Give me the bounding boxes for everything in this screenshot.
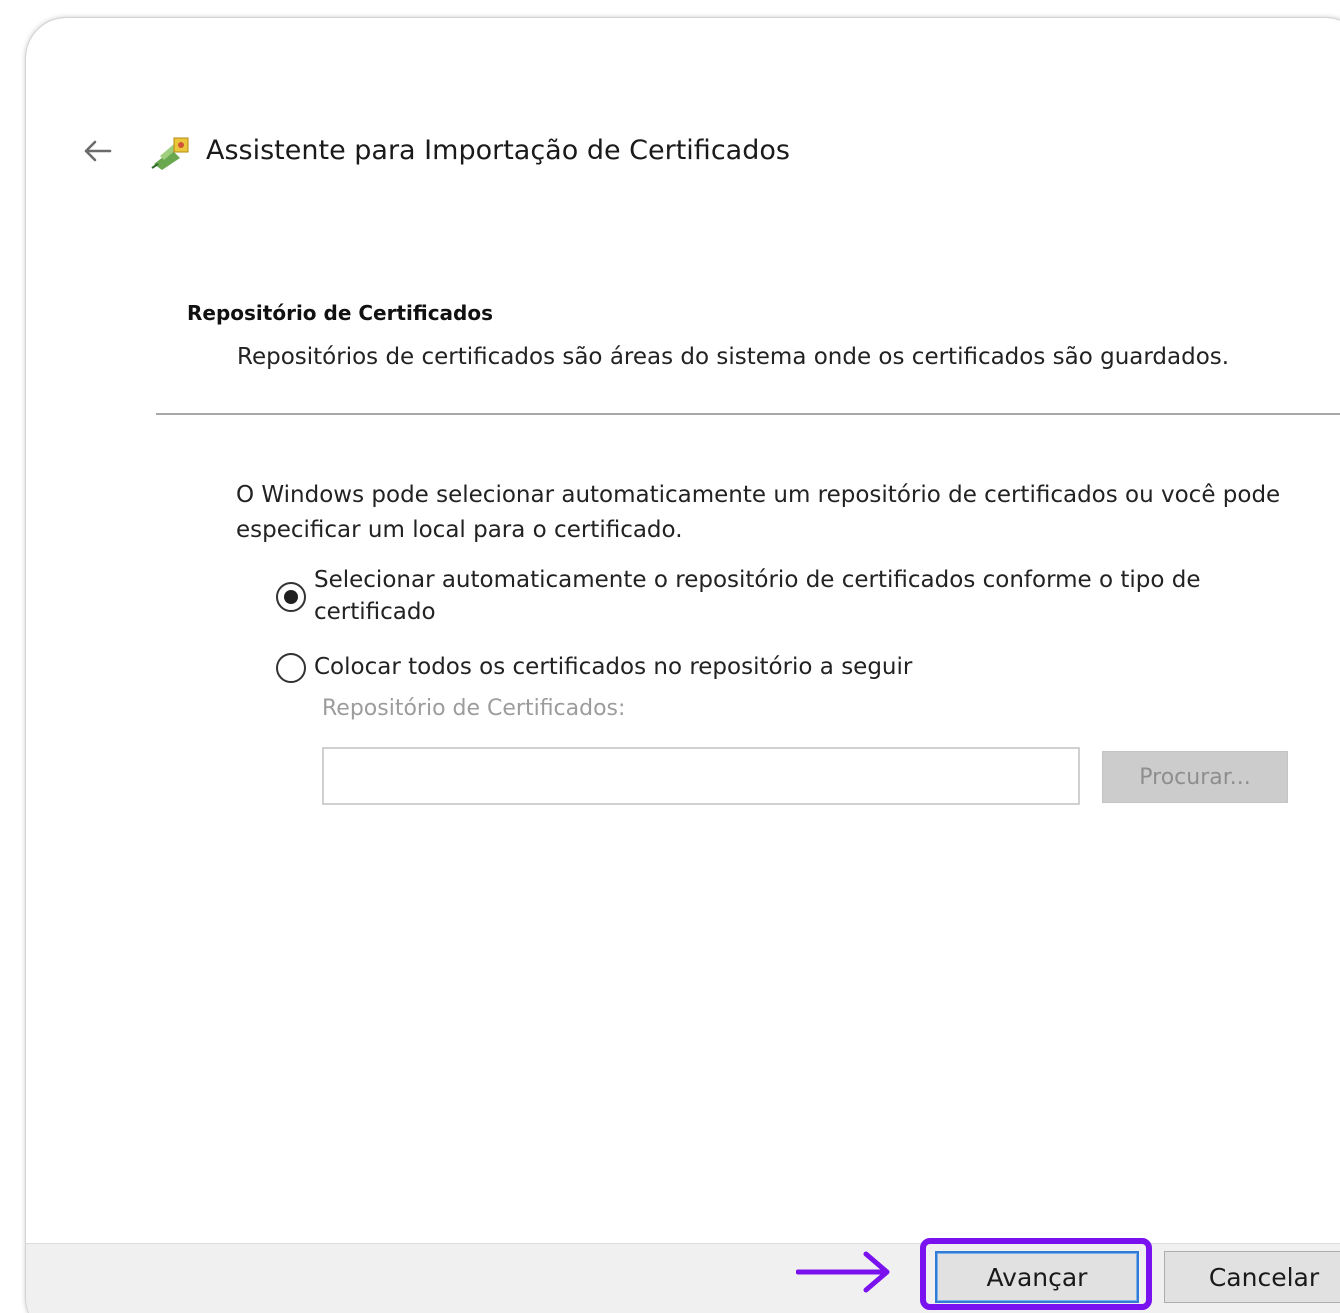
info-text: O Windows pode selecionar automaticament… — [236, 482, 1281, 543]
right-arrow-icon — [796, 1251, 890, 1293]
certificate-store-input[interactable] — [322, 747, 1080, 805]
radio-button-unchecked[interactable] — [276, 653, 306, 683]
next-button[interactable]: Avançar — [935, 1251, 1139, 1303]
radio-button-checked[interactable] — [276, 582, 306, 612]
wizard-title: Assistente para Importação de Certificad… — [206, 135, 790, 166]
section-description: Repositórios de certificados são áreas d… — [237, 344, 1230, 370]
section-title: Repositório de Certificados — [187, 301, 494, 325]
auto-select-store-label: Selecionar automaticamente o repositório… — [314, 567, 1201, 625]
wizard-window: Assistente para Importação de Certificad… — [26, 18, 1340, 1313]
browse-button[interactable]: Procurar... — [1102, 751, 1288, 803]
store-field-label: Repositório de Certificados: — [322, 696, 626, 721]
cancel-button[interactable]: Cancelar — [1164, 1251, 1340, 1303]
certificate-wizard-icon — [151, 137, 189, 170]
place-all-certificates-option[interactable]: Colocar todos os certificados no reposit… — [276, 651, 912, 683]
back-arrow-icon[interactable] — [80, 134, 114, 168]
header-divider — [156, 413, 1340, 415]
auto-select-store-option[interactable]: Selecionar automaticamente o repositório… — [276, 564, 1274, 628]
place-all-certificates-label: Colocar todos os certificados no reposit… — [314, 654, 913, 680]
